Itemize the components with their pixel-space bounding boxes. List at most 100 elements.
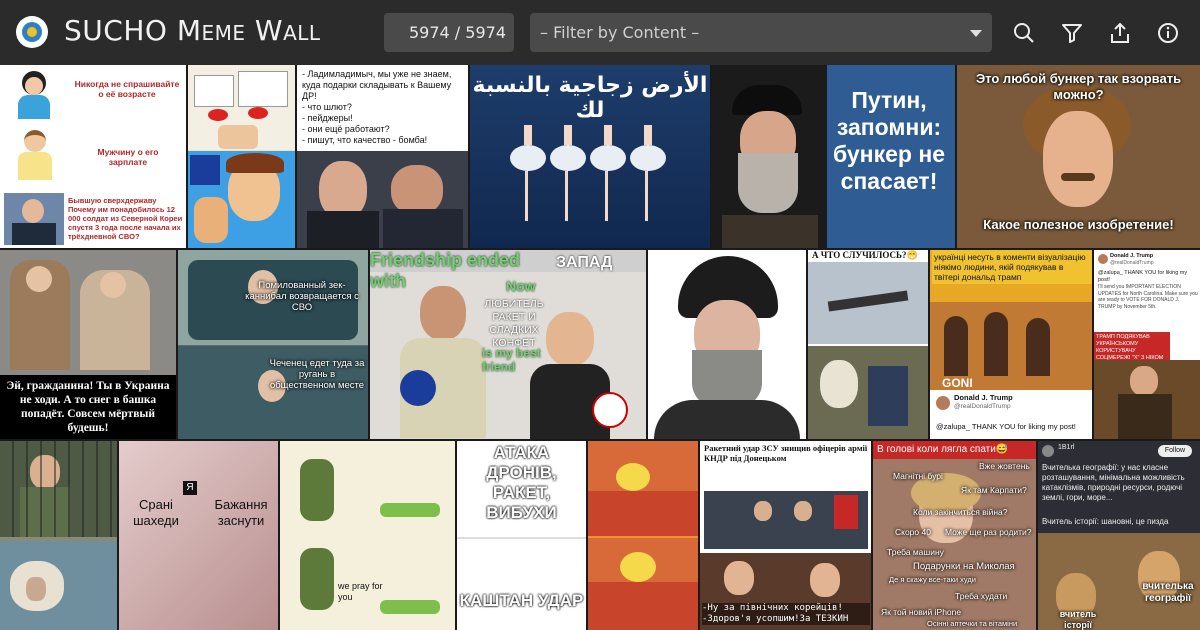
thought-word: Магнітні бурі [893,471,943,481]
meme-tile[interactable]: Donald J. Trump @realDonaldTrump @zalupa… [1094,250,1200,439]
meme-tile[interactable]: Ракетний удар ЗСУ знищив офіцерів армії … [700,441,871,630]
meme-brand: GONI [942,376,973,390]
post-text: Вчителька географії: у нас класне розташ… [1042,463,1185,502]
avatar [1098,254,1108,264]
thought-word: Де я скажу все-таки худи [889,575,976,584]
meme-caption: українці несуть в коменти візуалізацію н… [932,250,1092,284]
meme-caption-2: Мужчину о его зарплате [97,147,159,167]
thought-word: Треба худати [955,591,1008,601]
meme-right-caption: Бажання заснути [214,497,268,528]
two-buttons-image [188,65,295,150]
meme-title: В голові коли лягла спати😅 [873,441,1036,459]
filter-placeholder: – Filter by Content – [540,23,700,42]
filter-icon[interactable] [1060,21,1084,45]
meme-tile[interactable]: АТАКА ДРОНІВ, РАКЕТ, ВИБУХИ КАШТАН УДАР [457,441,586,630]
meme-bottom-caption: КАШТАН УДАР [459,591,584,610]
cartoon-woman-image [8,71,60,119]
meme-tile[interactable]: українці несуть в коменти візуалізацію н… [930,250,1092,439]
meme-tile[interactable]: - Ладимладимыч, мы уже не знаем, куда по… [297,65,468,248]
sofa-image [119,441,278,630]
tweet-card: Donald J. Trump @realDonaldTrump @zalupa… [930,390,1092,439]
thought-word: Подарунки на Миколая [913,561,1015,572]
meme-caption: Путин, запомни: бункер не спасает! [832,87,945,194]
sucho-logo[interactable] [16,16,48,48]
meme-tile[interactable]: А ЧТО СЛУЧИЛОСЬ?😁 [808,250,928,439]
meme-tile[interactable]: we pray for you [280,441,455,630]
tweet-name: Donald J. Trump [1110,253,1154,259]
meme-top-caption: Помилованный зек-каннибал возвращается с… [245,280,359,313]
meme-title: А ЧТО СЛУЧИЛОСЬ?😁 [812,250,918,260]
meme-tile[interactable]: Friendship ended with ЗАПАД Now ЛЮБИТЕЛЬ… [370,250,646,439]
meme-tile[interactable]: Это любой бункер так взорвать можно? Как… [957,65,1200,248]
car-image [178,250,368,439]
share-icon[interactable] [1108,21,1132,45]
meme-sign: Я [183,481,197,495]
thought-word: Треба машину [887,547,944,557]
meme-top-caption: Это любой бункер так взорвать можно? [975,71,1182,102]
meme-title: الأرض زجاجية بالنسبة لك [472,73,708,123]
meme-label-2: вчитель історії [1059,609,1097,630]
title-prefix: SUCHO [64,14,177,47]
turban-portrait-image [648,250,806,439]
courtroom-photo-image [0,441,117,537]
meme-fan-text: ЛЮБИТЕЛЬ РАКЕТ И СЛАДКИХ КОНФЕТ [484,298,544,349]
avatar [1042,445,1054,457]
rooster-photo-image [808,346,928,439]
meme-tile[interactable]: الأرض زجاجية بالنسبة لك [470,65,710,248]
chevron-down-icon [970,30,982,37]
meme-caption: we pray for you [338,581,383,602]
follow-button[interactable]: Follow [1158,445,1192,457]
cleric-photo-image [712,65,827,248]
meme-tile[interactable] [648,250,806,439]
meme-bottom-caption: Какое полезное изобретение! [983,217,1174,232]
meme-tile[interactable]: 1B1rl Follow Вчителька географії: у нас … [1038,441,1200,630]
homer-bed-image [588,441,698,536]
tweet-name: Donald J. Trump [954,393,1013,402]
meme-tile[interactable]: Помилованный зек-каннибал возвращается с… [178,250,368,439]
soldier-cartoon-image [280,441,455,536]
top-bar: SUCHO Meme Wall 5974 / 5974 – Filter by … [0,0,1200,65]
info-icon[interactable] [1156,21,1180,45]
meme-tile[interactable]: Путин, запомни: бункер не спасает! [712,65,955,248]
meme-top-caption: АТАКА ДРОНІВ, РАКЕТ, ВИБУХИ [486,443,557,522]
meme-tile[interactable] [0,441,117,630]
jet-photo-image [808,262,928,344]
sheep-photo-image [0,541,117,630]
thought-word: Осінні аптечки та вітаміни [927,619,1018,628]
sweating-man-image [188,151,295,248]
meme-tile[interactable]: Никогда не спрашивайте о её возрасте Муж… [0,65,186,248]
post-user: 1B1rl [1058,444,1075,451]
meme-tile[interactable] [188,65,295,248]
thought-word: Як там Карпати? [961,485,1027,495]
thought-word: Може ще раз родити? [945,527,1032,537]
news-photo-image [704,491,868,549]
search-icon[interactable] [1012,21,1036,45]
meme-caption-1: Никогда не спрашивайте о её возрасте [74,79,180,99]
tweet-handle: @realDonaldTrump [954,403,1011,410]
tweet-text-2: I'll send you IMPORTANT ELECTION UPDATES… [1098,284,1198,310]
filter-by-content-select[interactable]: – Filter by Content – [530,13,992,52]
meme-tile[interactable]: В голові коли лягла спати😅 Вже жовтень М… [873,441,1036,630]
meme-text: - Ладимладимыч, мы уже не знаем, куда по… [302,69,452,145]
putin-photo-image [297,151,468,248]
meme-bottom-caption: Чеченец едет туда за ругань в общественн… [269,358,365,391]
post-text-2: Вчитель історії: шановні, це пиздa [1042,517,1169,526]
meme-now: Now [506,278,536,294]
thought-word: Як той новий iPhone [881,607,962,617]
meme-tile[interactable] [588,441,698,630]
thought-word: Коли закінчиться війна? [913,507,1008,517]
avatar [936,396,950,410]
meme-tile[interactable]: Срані шахеди Я Бажання заснути [119,441,278,630]
divider [457,537,586,539]
tweet-handle: @realDonaldTrump [1110,260,1154,266]
meme-title-right: ЗАПАД [556,254,613,271]
meme-title: Ракетний удар ЗСУ знищив офіцерів армії … [704,443,868,463]
meme-tile[interactable]: Эй, гражданина! Ты в Украина не ходи. А … [0,250,176,439]
result-count-field[interactable]: 5974 / 5974 [384,13,514,52]
women-snow-image [0,250,176,375]
meme-left-caption: Срані шахеди [133,497,179,528]
ballerinas-image [510,125,670,235]
man-at-table-image [1094,360,1200,439]
photo-person-image [4,193,64,245]
thought-word: Скоро 40 [895,527,931,537]
